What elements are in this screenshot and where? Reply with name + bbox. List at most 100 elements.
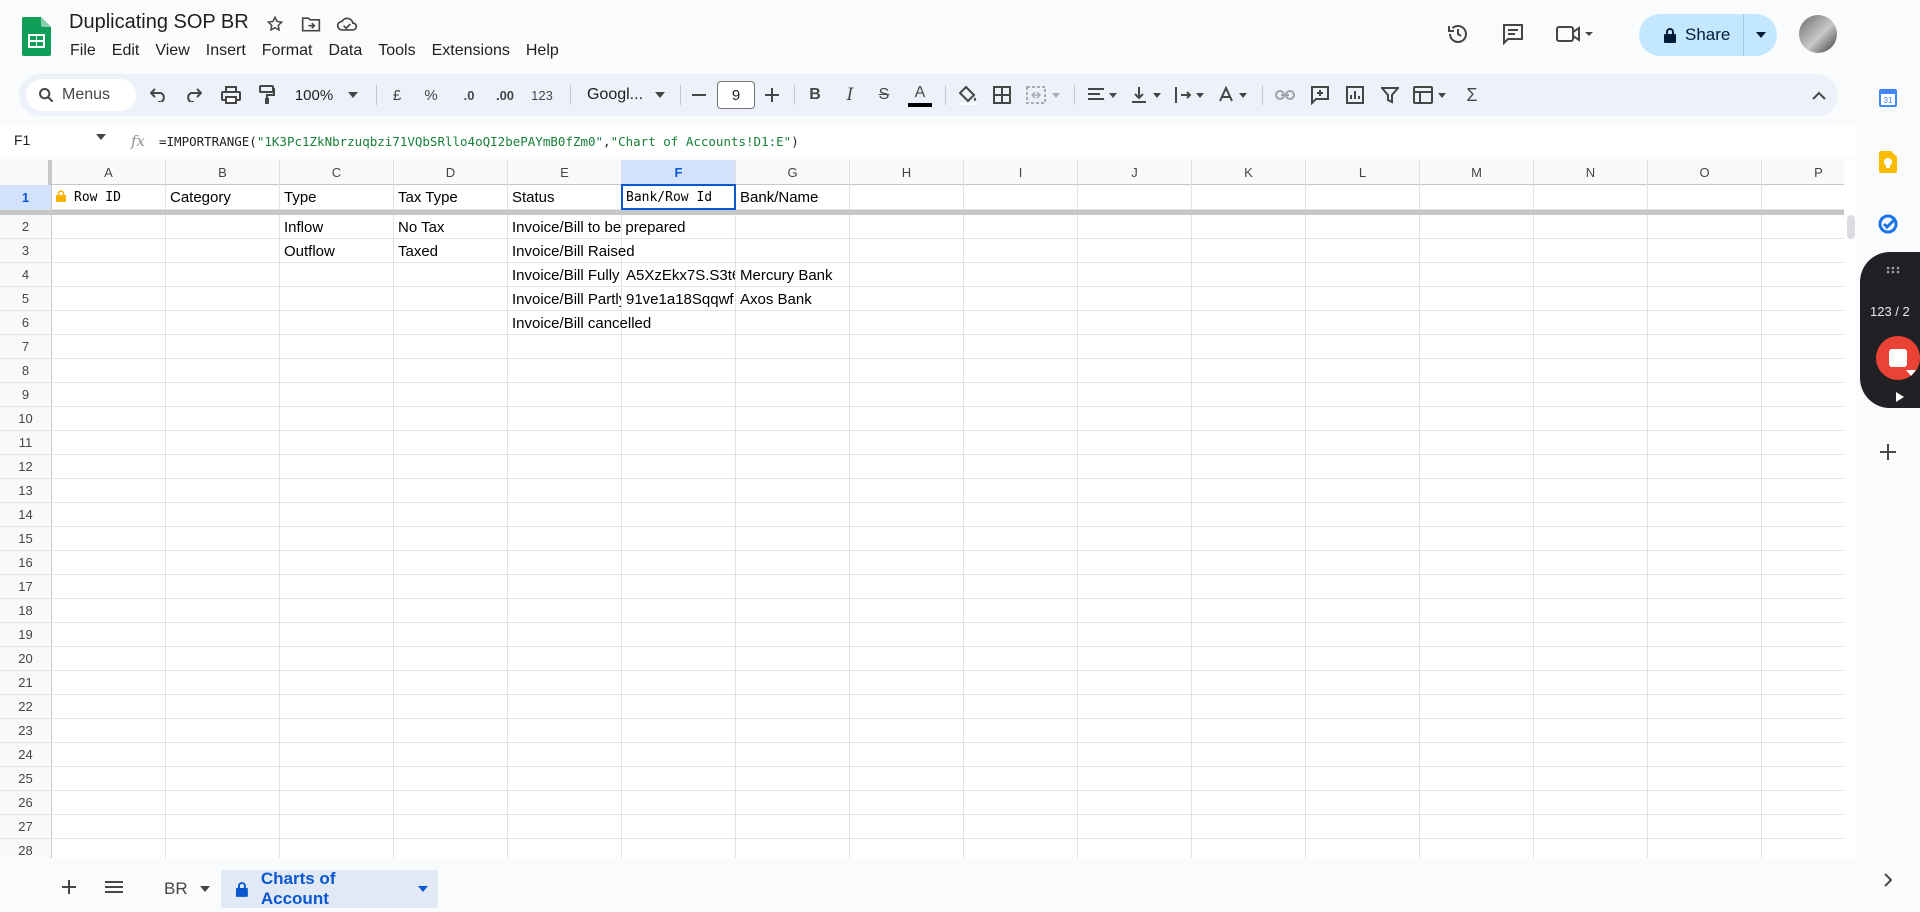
cell-n12[interactable] xyxy=(1534,455,1648,478)
cell-g17[interactable] xyxy=(736,575,850,598)
cell-h12[interactable] xyxy=(850,455,964,478)
cell-d14[interactable] xyxy=(394,503,508,526)
cell-d17[interactable] xyxy=(394,575,508,598)
cell-c16[interactable] xyxy=(280,551,394,574)
column-header-b[interactable]: B xyxy=(166,160,280,185)
cell-f26[interactable] xyxy=(622,791,736,814)
row-header-1[interactable]: 1 xyxy=(0,185,52,209)
cell-b8[interactable] xyxy=(166,359,280,382)
cell-j9[interactable] xyxy=(1078,383,1192,406)
row-header-18[interactable]: 18 xyxy=(0,599,52,622)
cell-i17[interactable] xyxy=(964,575,1078,598)
cell-h25[interactable] xyxy=(850,767,964,790)
zoom-caret-icon[interactable] xyxy=(346,74,360,116)
cell-n5[interactable] xyxy=(1534,287,1648,310)
formula-input[interactable]: =IMPORTRANGE("1K3Pc1ZkNbrzuqbzi71VQbSRll… xyxy=(159,134,799,149)
cell-g8[interactable] xyxy=(736,359,850,382)
redo-icon[interactable] xyxy=(181,74,205,116)
cell-p15[interactable] xyxy=(1762,527,1856,550)
cell-c11[interactable] xyxy=(280,431,394,454)
cell-a11[interactable] xyxy=(52,431,166,454)
cell-l12[interactable] xyxy=(1306,455,1420,478)
cell-d7[interactable] xyxy=(394,335,508,358)
cell-m26[interactable] xyxy=(1420,791,1534,814)
cell-d9[interactable] xyxy=(394,383,508,406)
cell-j2[interactable] xyxy=(1078,215,1192,238)
tasks-icon[interactable] xyxy=(1876,212,1900,236)
cell-m2[interactable] xyxy=(1420,215,1534,238)
cell-i28[interactable] xyxy=(964,839,1078,858)
menu-tools[interactable]: Tools xyxy=(370,41,423,61)
cell-b25[interactable] xyxy=(166,767,280,790)
cell-a8[interactable] xyxy=(52,359,166,382)
column-header-p[interactable]: P xyxy=(1762,160,1856,185)
cell-a26[interactable] xyxy=(52,791,166,814)
filter-views-icon[interactable] xyxy=(1411,74,1451,116)
cell-n2[interactable] xyxy=(1534,215,1648,238)
cell-e13[interactable] xyxy=(508,479,622,502)
cell-e18[interactable] xyxy=(508,599,622,622)
cell-f16[interactable] xyxy=(622,551,736,574)
chevron-down-icon[interactable] xyxy=(199,886,210,892)
share-button[interactable]: Share xyxy=(1639,14,1777,56)
menu-help[interactable]: Help xyxy=(518,41,567,61)
cell-h24[interactable] xyxy=(850,743,964,766)
cell-o14[interactable] xyxy=(1648,503,1762,526)
cell-o10[interactable] xyxy=(1648,407,1762,430)
cell-a13[interactable] xyxy=(52,479,166,502)
drag-handle-icon[interactable] xyxy=(1886,266,1904,274)
cell-k24[interactable] xyxy=(1192,743,1306,766)
column-header-g[interactable]: G xyxy=(736,160,850,185)
cell-f28[interactable] xyxy=(622,839,736,858)
cell-i1[interactable] xyxy=(964,185,1078,209)
cell-l21[interactable] xyxy=(1306,671,1420,694)
sheet-tab-charts-of-account[interactable]: Charts of Account xyxy=(221,869,438,908)
cell-f15[interactable] xyxy=(622,527,736,550)
menu-view[interactable]: View xyxy=(147,41,197,61)
play-icon[interactable] xyxy=(1896,392,1904,402)
cell-i24[interactable] xyxy=(964,743,1078,766)
cell-o11[interactable] xyxy=(1648,431,1762,454)
expand-caret-icon[interactable] xyxy=(1906,370,1916,376)
row-header-23[interactable]: 23 xyxy=(0,719,52,742)
cell-o23[interactable] xyxy=(1648,719,1762,742)
cell-j24[interactable] xyxy=(1078,743,1192,766)
row-header-14[interactable]: 14 xyxy=(0,503,52,526)
menu-edit[interactable]: Edit xyxy=(104,41,148,61)
insert-comment-icon[interactable] xyxy=(1307,74,1333,116)
cell-g27[interactable] xyxy=(736,815,850,838)
cell-k15[interactable] xyxy=(1192,527,1306,550)
cell-n24[interactable] xyxy=(1534,743,1648,766)
insert-chart-icon[interactable] xyxy=(1342,74,1368,116)
cell-d25[interactable] xyxy=(394,767,508,790)
cell-m19[interactable] xyxy=(1420,623,1534,646)
cell-m27[interactable] xyxy=(1420,815,1534,838)
cell-m17[interactable] xyxy=(1420,575,1534,598)
cell-n13[interactable] xyxy=(1534,479,1648,502)
cell-m24[interactable] xyxy=(1420,743,1534,766)
cell-p12[interactable] xyxy=(1762,455,1856,478)
cell-p4[interactable] xyxy=(1762,263,1856,286)
menu-data[interactable]: Data xyxy=(320,41,370,61)
cell-c5[interactable] xyxy=(280,287,394,310)
cell-p13[interactable] xyxy=(1762,479,1856,502)
merge-cells-icon[interactable] xyxy=(1024,74,1064,116)
cell-c13[interactable] xyxy=(280,479,394,502)
cell-o7[interactable] xyxy=(1648,335,1762,358)
cell-i15[interactable] xyxy=(964,527,1078,550)
cell-p23[interactable] xyxy=(1762,719,1856,742)
column-header-k[interactable]: K xyxy=(1192,160,1306,185)
cell-o16[interactable] xyxy=(1648,551,1762,574)
cell-e16[interactable] xyxy=(508,551,622,574)
cell-d12[interactable] xyxy=(394,455,508,478)
cell-m8[interactable] xyxy=(1420,359,1534,382)
cell-b2[interactable] xyxy=(166,215,280,238)
column-header-n[interactable]: N xyxy=(1534,160,1648,185)
cell-g11[interactable] xyxy=(736,431,850,454)
cell-p22[interactable] xyxy=(1762,695,1856,718)
cell-f22[interactable] xyxy=(622,695,736,718)
cell-h21[interactable] xyxy=(850,671,964,694)
column-header-f[interactable]: F xyxy=(622,160,736,185)
cell-b5[interactable] xyxy=(166,287,280,310)
cell-n20[interactable] xyxy=(1534,647,1648,670)
